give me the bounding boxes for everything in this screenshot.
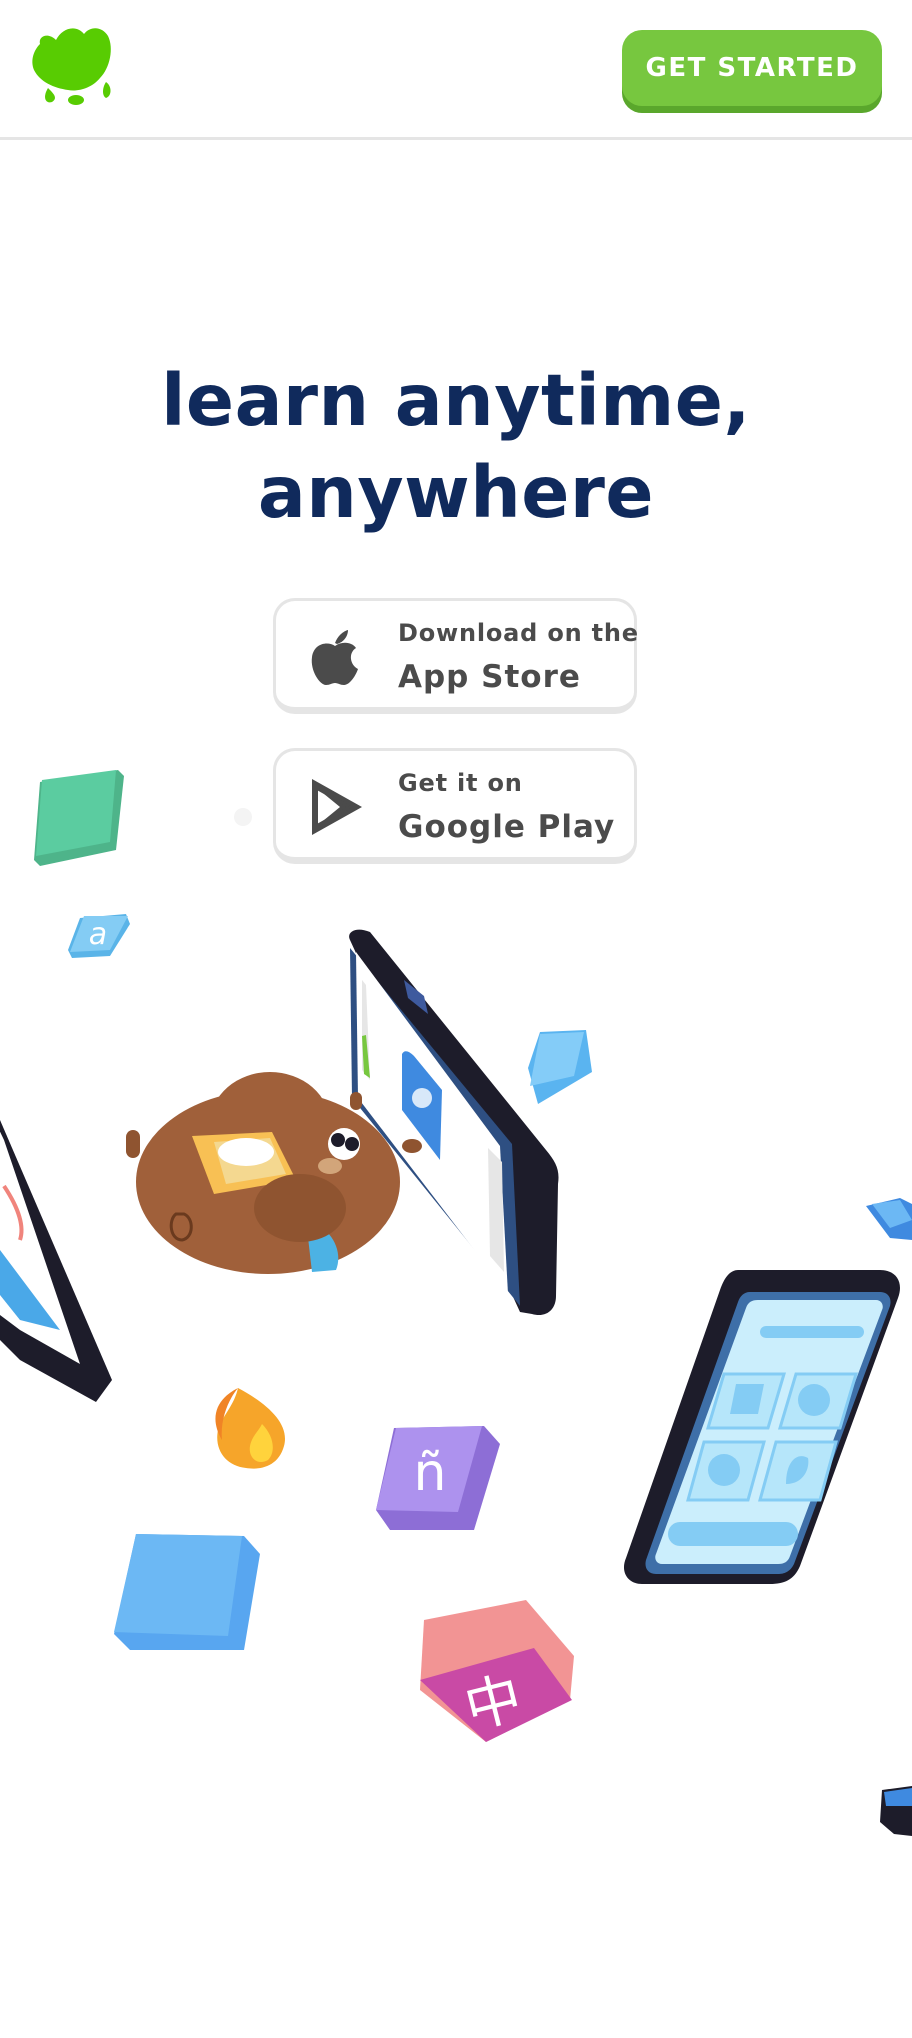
decor-dot-icon [234, 808, 252, 826]
blue-gem-icon [866, 1198, 912, 1240]
streak-flame-icon [215, 1388, 285, 1469]
light-blue-block-icon [114, 1534, 260, 1650]
svg-text:ñ: ñ [414, 1443, 447, 1503]
svg-text:a: a [89, 917, 107, 952]
phone-left-icon [0, 1120, 112, 1402]
letter-chinese-tile-icon: 中 [420, 1600, 574, 1742]
phone-edge-icon [880, 1786, 912, 1836]
hero-illustration: a ñ 中 [0, 770, 912, 1836]
page: GET STARTED learn anytime, anywhere Down… [0, 0, 912, 2038]
blue-tile-icon [528, 1030, 592, 1104]
green-block-icon [34, 770, 124, 866]
letter-a-tile-icon: a [68, 914, 130, 958]
letter-n-tilde-tile-icon: ñ [376, 1426, 500, 1530]
phone-center-icon [349, 929, 559, 1316]
phone-right-icon [623, 1270, 900, 1584]
